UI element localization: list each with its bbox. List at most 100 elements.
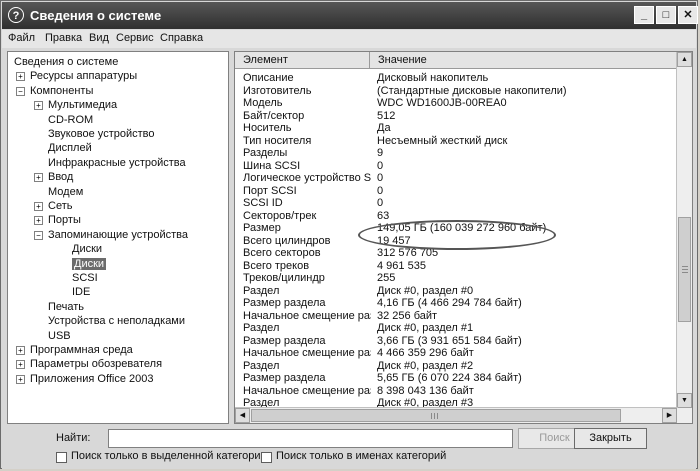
tree-item[interactable]: SCSI: [72, 271, 98, 285]
tree-toggle-icon[interactable]: +: [34, 101, 43, 111]
table-row[interactable]: Раздел Диск #0, раздел #1: [243, 322, 673, 334]
close-dialog-button[interactable]: Закрыть: [574, 428, 647, 449]
menu-view[interactable]: Вид: [89, 32, 109, 44]
table-row[interactable]: Разделы 9: [243, 147, 673, 159]
table-row[interactable]: Байт/сектор 512: [243, 110, 673, 122]
row-item-value: 32 256 байт: [377, 309, 438, 322]
column-header-value[interactable]: Значение: [370, 52, 678, 69]
tree-item[interactable]: Печать: [48, 300, 84, 314]
tree-item[interactable]: Диски: [72, 242, 102, 256]
tree-item[interactable]: Инфракрасные устройства: [48, 156, 186, 170]
tree-item[interactable]: Сеть: [48, 199, 72, 213]
scroll-up-icon[interactable]: ▲: [677, 52, 692, 67]
tree-item[interactable]: CD-ROM: [48, 113, 93, 127]
horizontal-scroll-thumb[interactable]: [251, 409, 621, 422]
row-item-name: Разделы: [243, 147, 288, 159]
table-row[interactable]: Начальное смещение раз... 8 398 043 136 б…: [243, 385, 673, 397]
row-item-name: Размер раздела: [243, 334, 326, 347]
tree-item-label: Ввод: [48, 171, 74, 184]
row-item-value: 4 466 359 296 байт: [377, 347, 474, 359]
tree-item[interactable]: Звуковое устройство: [48, 127, 154, 141]
tree-item-label: Диски: [72, 257, 107, 270]
category-tree[interactable]: Сведения о системе + Ресурсы аппаратуры − Ко…: [7, 51, 229, 424]
horizontal-scrollbar[interactable]: ◀ ▶: [235, 407, 678, 423]
scroll-left-icon[interactable]: ◀: [235, 408, 250, 423]
menu-edit[interactable]: Правка: [45, 32, 82, 44]
table-row[interactable]: Описание Дисковый накопитель: [243, 72, 673, 84]
tree-toggle-icon[interactable]: +: [34, 173, 43, 183]
tree-toggle-icon[interactable]: +: [16, 72, 25, 82]
table-row[interactable]: Всего цилиндров 19 457: [243, 235, 673, 247]
tree-item[interactable]: Программная среда: [30, 343, 133, 357]
tree-item[interactable]: Сведения о системе: [14, 55, 118, 69]
table-row[interactable]: Начальное смещение раз... 4 466 359 296 б…: [243, 347, 673, 359]
table-row[interactable]: Всего секторов 312 576 705: [243, 247, 673, 259]
vertical-scroll-thumb[interactable]: [678, 217, 691, 322]
tree-item[interactable]: Мультимедиа: [48, 98, 117, 112]
tree-item[interactable]: Диски: [72, 257, 107, 271]
tree-item[interactable]: USB: [48, 329, 71, 343]
find-input[interactable]: [108, 429, 513, 448]
tree-item[interactable]: Ресурсы аппаратуры: [30, 69, 137, 83]
table-row[interactable]: Логическое устройство S... 0: [243, 172, 673, 184]
table-row[interactable]: Размер 149,05 ГБ (160 039 272 960 байт): [243, 222, 673, 234]
tree-toggle-icon[interactable]: +: [16, 360, 25, 370]
tree-toggle-icon[interactable]: +: [16, 346, 25, 355]
tree-item[interactable]: Порты: [48, 213, 81, 227]
table-row[interactable]: Треков/цилиндр 255: [243, 272, 673, 284]
tree-item[interactable]: Ввод: [48, 170, 73, 184]
row-item-value: 4 961 535: [377, 259, 426, 272]
category-names-checkbox[interactable]: [261, 452, 272, 463]
minimize-button[interactable]: _: [634, 6, 654, 24]
details-pane: Элемент Значение Описание Дисковый накопи…: [234, 51, 693, 424]
table-row[interactable]: Размер раздела 5,65 ГБ (6 070 224 384 бай…: [243, 372, 673, 384]
row-item-name: Байт/сектор: [243, 109, 305, 122]
table-row[interactable]: Носитель Да: [243, 122, 673, 134]
close-button[interactable]: ✕: [678, 6, 698, 24]
table-row[interactable]: Размер раздела 4,16 ГБ (4 466 294 784 бай…: [243, 297, 673, 309]
menu-help[interactable]: Справка: [160, 32, 203, 44]
table-row[interactable]: Раздел Диск #0, раздел #2: [243, 360, 673, 372]
tree-item-label: IDE: [72, 286, 91, 299]
menu-tools[interactable]: Сервис: [116, 32, 154, 44]
tree-toggle-icon[interactable]: +: [34, 216, 43, 226]
tree-item[interactable]: Запоминающие устройства: [48, 228, 188, 242]
tree-item[interactable]: Дисплей: [48, 141, 92, 155]
tree-toggle-icon[interactable]: −: [34, 230, 43, 240]
table-row[interactable]: Тип носителя Несъемный жесткий диск: [243, 135, 673, 147]
title-bar[interactable]: ? Сведения о системе _ □ ✕: [2, 2, 698, 29]
tree-toggle-icon[interactable]: −: [16, 86, 25, 96]
table-row[interactable]: Начальное смещение раз... 32 256 байт: [243, 310, 673, 322]
tree-toggle-icon[interactable]: +: [16, 374, 25, 384]
selected-category-checkbox[interactable]: [56, 452, 67, 463]
table-row[interactable]: Секторов/трек 63: [243, 210, 673, 222]
tree-item-label: Дисплей: [48, 142, 92, 155]
tree-item[interactable]: Компоненты: [30, 84, 93, 98]
table-row[interactable]: Изготовитель (Стандартные дисковые накопи…: [243, 85, 673, 97]
tree-item[interactable]: Модем: [48, 185, 83, 199]
tree-item[interactable]: IDE: [72, 285, 90, 299]
search-bar: Найти: Поиск Закрыть Поиск только в выде…: [2, 425, 696, 469]
tree-toggle-icon[interactable]: +: [34, 202, 43, 211]
table-row[interactable]: Модель WDC WD1600JB-00REA0: [243, 97, 673, 109]
tree-item[interactable]: Устройства с неполадками: [48, 314, 185, 328]
scroll-down-icon[interactable]: ▼: [677, 393, 692, 408]
table-row[interactable]: Раздел Диск #0, раздел #0: [243, 285, 673, 297]
tree-item[interactable]: Приложения Office 2003: [30, 372, 153, 386]
row-item-name: Начальное смещение раз...: [243, 309, 371, 322]
table-row[interactable]: Шина SCSI 0: [243, 160, 673, 172]
table-row[interactable]: Всего треков 4 961 535: [243, 260, 673, 272]
table-row[interactable]: SCSI ID 0: [243, 197, 673, 209]
column-header-item[interactable]: Элемент: [235, 52, 370, 69]
tree-item-label: Приложения Office 2003: [30, 372, 154, 385]
scroll-right-icon[interactable]: ▶: [662, 408, 677, 423]
tree-item[interactable]: Параметры обозревателя: [30, 357, 162, 371]
table-row[interactable]: Порт SCSI 0: [243, 185, 673, 197]
tree-item-label: Параметры обозревателя: [30, 358, 163, 371]
tree-item-label: USB: [48, 329, 71, 342]
maximize-button[interactable]: □: [656, 6, 676, 24]
menu-file[interactable]: Файл: [8, 32, 35, 44]
row-item-value: Диск #0, раздел #2: [377, 359, 474, 372]
table-row[interactable]: Размер раздела 3,66 ГБ (3 931 651 584 бай…: [243, 335, 673, 347]
vertical-scrollbar[interactable]: ▲ ▼: [676, 52, 692, 423]
